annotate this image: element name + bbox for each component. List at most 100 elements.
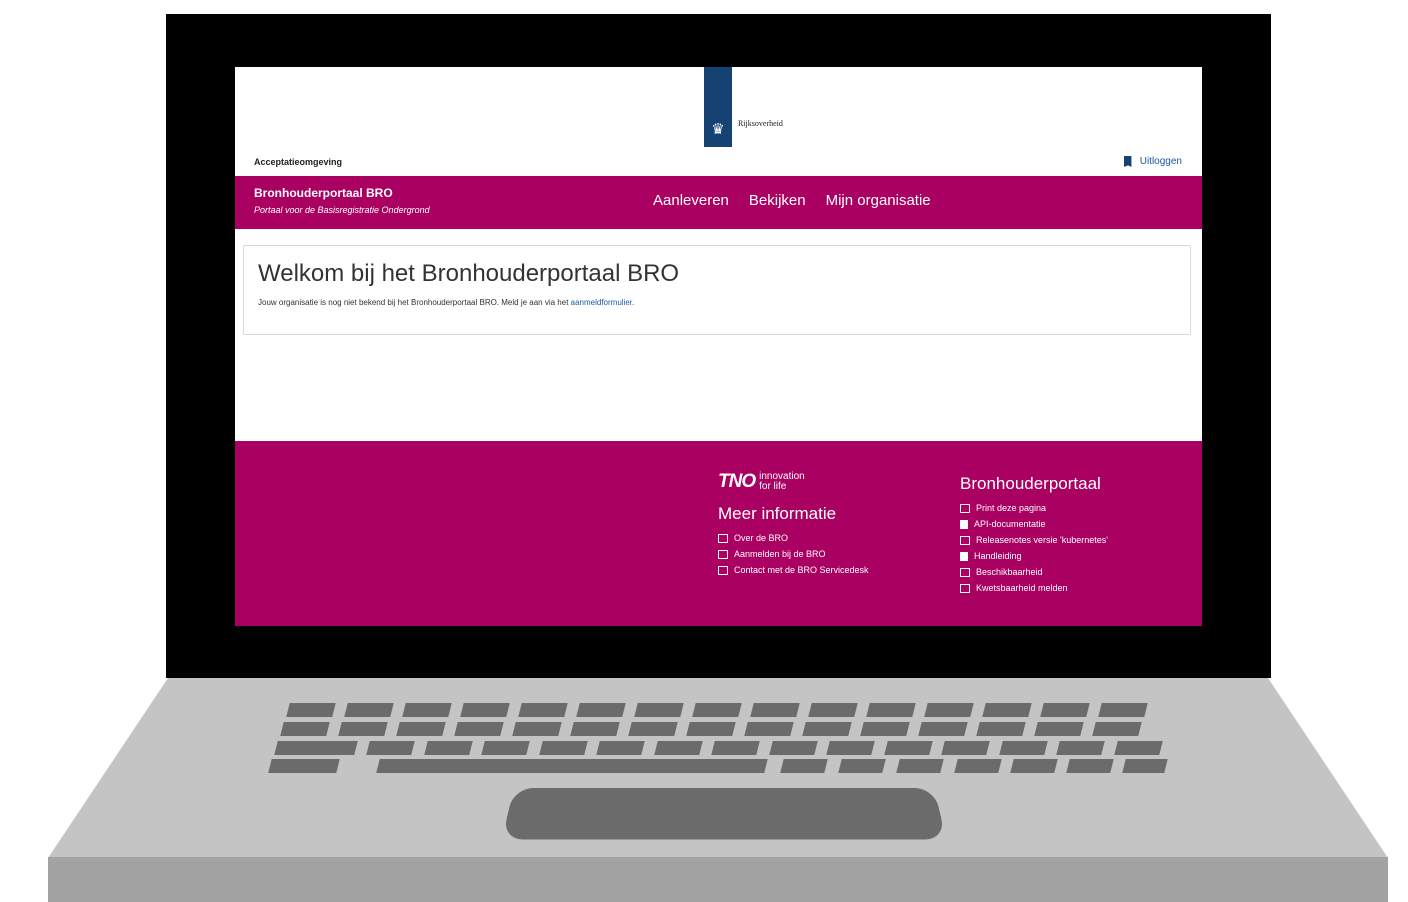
keyboard-key: [454, 722, 504, 736]
keyboard-key: [402, 703, 452, 717]
keyboard-key: [280, 722, 330, 736]
keyboard-key: [768, 741, 818, 755]
keyboard-key: [982, 703, 1032, 717]
tno-mark: TNO: [718, 471, 756, 492]
keyboard-key: [998, 741, 1048, 755]
keyboard-key: [750, 703, 800, 717]
keyboard-key: [628, 722, 678, 736]
portal-subtitle: Portaal voor de Basisregistratie Ondergr…: [254, 205, 430, 215]
meer-informatie-title: Meer informatie: [718, 504, 837, 523]
logout-icon: [1123, 156, 1132, 167]
nav-item-aanleveren[interactable]: Aanleveren: [653, 192, 729, 209]
keyboard-key: [576, 703, 626, 717]
keyboard-key: [686, 722, 736, 736]
logout-label: Uitloggen: [1139, 156, 1182, 167]
keyboard-key: [711, 741, 760, 755]
keyboard-key: [634, 703, 684, 717]
keyboard-key: [1113, 741, 1163, 755]
bronhouderportaal-title: Bronhouderportaal: [960, 474, 1101, 493]
keyboard-key: [1098, 703, 1148, 717]
external-link-icon: [718, 565, 728, 575]
keyboard-key: [744, 722, 794, 736]
document-icon: [960, 519, 968, 529]
keyboard-key: [838, 759, 886, 773]
keyboard-key: [344, 703, 394, 717]
keyboard-key: [268, 759, 340, 773]
footer-link-kwetsbaarheid[interactable]: Kwetsbaarheid melden: [960, 580, 1108, 596]
keyboard-key: [1040, 703, 1090, 717]
keyboard-key: [423, 741, 473, 755]
footer-link-releasenotes[interactable]: Releasenotes versie 'kubernetes': [960, 532, 1108, 548]
external-link-icon: [960, 535, 970, 545]
document-icon: [960, 551, 968, 561]
keyboard-key: [1056, 741, 1105, 755]
laptop-trackpad: [501, 788, 947, 840]
tno-logo: TNO innovation for life: [718, 471, 805, 493]
nav-menu: Aanleveren Bekijken Mijn organisatie: [653, 192, 931, 209]
nav-item-bekijken[interactable]: Bekijken: [749, 192, 806, 209]
keyboard-key: [802, 722, 852, 736]
keyboard-key: [1066, 759, 1114, 773]
bronhouderportaal-links: Print deze pagina API-documentatie Relea…: [960, 500, 1108, 596]
logo-text: Rijksoverheid: [738, 119, 783, 128]
keyboard-key: [518, 703, 568, 717]
keyboard-key: [512, 722, 562, 736]
keyboard-key: [883, 741, 933, 755]
keyboard-key: [1092, 722, 1142, 736]
keyboard-key: [896, 759, 944, 773]
print-icon: [960, 503, 970, 513]
keyboard-key: [692, 703, 742, 717]
keyboard-key: [866, 703, 916, 717]
main-navbar: Bronhouderportaal BRO Portaal voor de Ba…: [235, 176, 1202, 229]
welcome-panel: Welkom bij het Bronhouderportaal BRO Jou…: [243, 245, 1191, 335]
external-link-icon: [718, 549, 728, 559]
external-link-icon: [960, 583, 970, 593]
keyboard-key: [954, 759, 1002, 773]
keyboard-key: [860, 722, 910, 736]
keyboard-key: [1010, 759, 1058, 773]
external-link-icon: [718, 533, 728, 543]
keyboard-key: [1122, 759, 1168, 773]
keyboard-key: [286, 703, 336, 717]
nav-item-mijn-organisatie[interactable]: Mijn organisatie: [826, 192, 931, 209]
site-header: ♛ Rijksoverheid Acceptatieomgeving Uitlo…: [235, 67, 1202, 175]
footer-link-print[interactable]: Print deze pagina: [960, 500, 1108, 516]
keyboard-key: [924, 703, 974, 717]
external-link-icon: [960, 567, 970, 577]
logout-link[interactable]: Uitloggen: [1123, 156, 1182, 167]
page-title: Welkom bij het Bronhouderportaal BRO: [258, 260, 680, 287]
site-footer: TNO innovation for life Meer informatie …: [235, 441, 1202, 626]
laptop-keyboard: [260, 700, 1170, 780]
keyboard-spacebar: [376, 759, 768, 773]
footer-link-api-docs[interactable]: API-documentatie: [960, 516, 1108, 532]
keyboard-key: [653, 741, 703, 755]
footer-link-beschikbaarheid[interactable]: Beschikbaarheid: [960, 564, 1108, 580]
environment-label: Acceptatieomgeving: [254, 157, 343, 167]
keyboard-key: [596, 741, 645, 755]
footer-link-handleiding[interactable]: Handleiding: [960, 548, 1108, 564]
keyboard-key: [808, 703, 858, 717]
keyboard-key: [366, 741, 415, 755]
footer-link-over-de-bro[interactable]: Over de BRO: [718, 530, 869, 546]
portal-title[interactable]: Bronhouderportaal BRO: [254, 186, 393, 200]
footer-link-aanmelden[interactable]: Aanmelden bij de BRO: [718, 546, 869, 562]
keyboard-key: [538, 741, 588, 755]
keyboard-key: [918, 722, 968, 736]
browser-screen: ♛ Rijksoverheid Acceptatieomgeving Uitlo…: [235, 67, 1202, 626]
keyboard-key: [780, 759, 828, 773]
footer-link-contact[interactable]: Contact met de BRO Servicedesk: [718, 562, 869, 578]
crest-icon: ♛: [711, 121, 725, 138]
keyboard-key: [396, 722, 446, 736]
keyboard-key: [338, 722, 388, 736]
register-form-link[interactable]: aanmeldformulier: [571, 298, 632, 307]
laptop-base-edge: [48, 857, 1388, 902]
tno-tagline: innovation for life: [759, 471, 805, 492]
keyboard-key: [274, 741, 358, 755]
keyboard-key: [941, 741, 990, 755]
meer-informatie-links: Over de BRO Aanmelden bij de BRO Contact…: [718, 530, 869, 578]
welcome-text: Jouw organisatie is nog niet bekend bij …: [258, 298, 635, 307]
keyboard-key: [460, 703, 510, 717]
keyboard-key: [481, 741, 530, 755]
keyboard-key: [826, 741, 875, 755]
keyboard-key: [570, 722, 620, 736]
